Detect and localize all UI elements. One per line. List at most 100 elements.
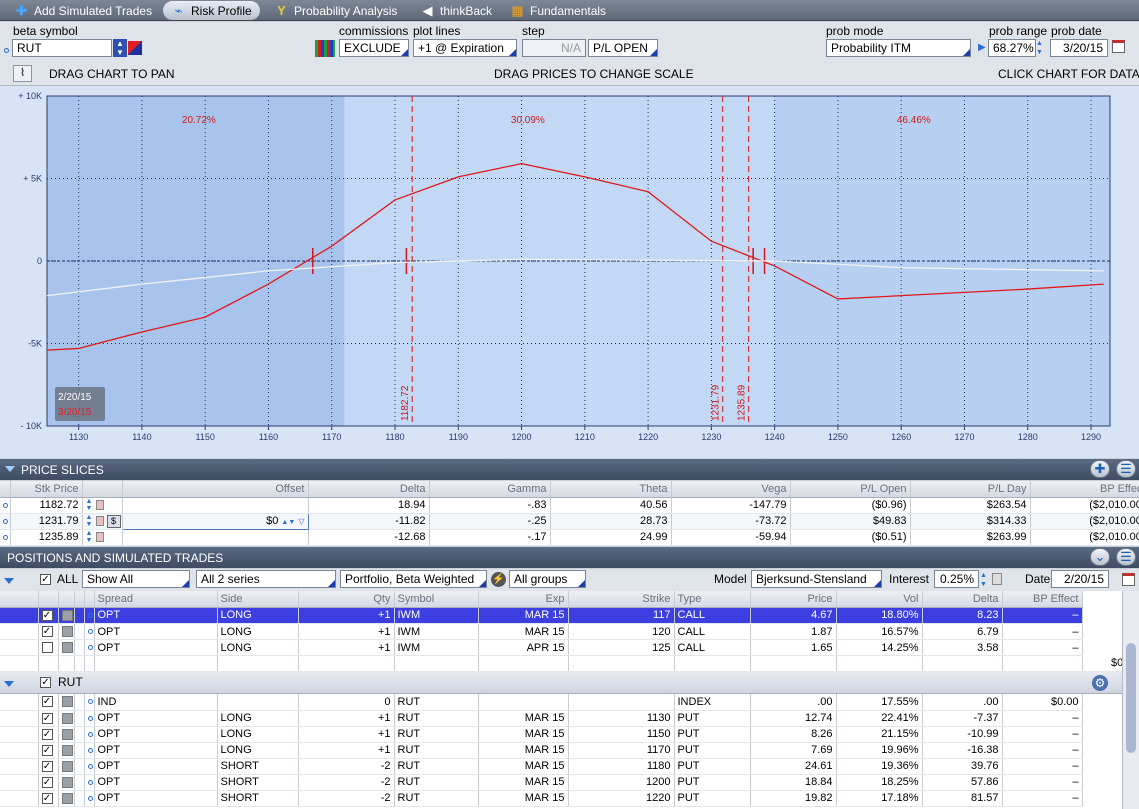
position-cell[interactable]: +1 <box>298 710 395 727</box>
col-qty[interactable]: Qty <box>298 591 395 608</box>
position-cell[interactable]: APR 15 <box>478 639 569 656</box>
position-cell[interactable]: 1.87 <box>750 623 837 640</box>
position-row[interactable]: ✓ OPT LONG +1 IWM MAR 15 117 CALL 4.67 18.80% 8.23… <box>0 607 1122 624</box>
position-cell[interactable]: 17.55% <box>836 694 923 711</box>
offset-cell[interactable] <box>122 529 309 546</box>
position-cell[interactable] <box>568 694 675 711</box>
position-cell[interactable]: LONG <box>217 726 299 743</box>
position-cell[interactable]: 18.25% <box>836 774 923 791</box>
position-row[interactable]: ✓ OPT LONG +1 RUT MAR 15 1170 PUT 7.69 19.96% -16.… <box>0 742 1122 759</box>
dollar-icon[interactable]: $ <box>106 514 121 528</box>
beta-symbol-input[interactable]: RUT <box>12 39 112 57</box>
price-slices-header[interactable]: PRICE SLICES ✚ ☰ <box>0 459 1139 480</box>
position-cell[interactable]: 117 <box>568 607 675 624</box>
position-cell[interactable]: .00 <box>922 694 1003 711</box>
interest-input[interactable]: 0.25% <box>934 570 979 588</box>
position-cell[interactable]: OPT <box>94 774 218 791</box>
position-cell[interactable]: 6.79 <box>922 623 1003 640</box>
position-cell[interactable] <box>478 694 569 711</box>
row-controls[interactable]: ▲ ▼ <box>82 497 123 514</box>
position-cell[interactable]: MAR 15 <box>478 758 569 775</box>
tab-probability-analysis[interactable]: Y Probability Analysis <box>266 1 405 20</box>
position-cell[interactable]: 1200 <box>568 774 675 791</box>
position-cell[interactable]: 18.80% <box>836 607 923 624</box>
position-cell[interactable]: 18.84 <box>750 774 837 791</box>
position-row[interactable]: ✓ IND 0 RUT INDEX .00 17.55% .00 $0.00 <box>0 694 1122 711</box>
stepper-icon[interactable]: ▲▼ <box>86 514 93 528</box>
position-cell[interactable]: MAR 15 <box>478 742 569 759</box>
position-cell[interactable]: +1 <box>298 607 395 624</box>
collapse-all-icon[interactable]: ⌄ <box>1090 548 1110 566</box>
row-toggle[interactable] <box>61 696 73 708</box>
col-stk-price[interactable]: Stk Price <box>10 481 83 498</box>
position-cell[interactable]: – <box>1002 639 1083 656</box>
position-cell[interactable]: 1150 <box>568 726 675 743</box>
position-cell[interactable]: PUT <box>674 758 751 775</box>
position-cell[interactable]: 81.57 <box>922 790 1003 807</box>
chart-type-icon[interactable]: ⌇ <box>13 65 32 82</box>
position-cell[interactable]: IWM <box>394 607 479 624</box>
row-toggle[interactable] <box>61 712 73 724</box>
col-vol[interactable]: Vol <box>836 591 923 608</box>
position-cell[interactable]: CALL <box>674 607 751 624</box>
group-checkbox[interactable]: ✓ <box>40 676 51 688</box>
lock-icon[interactable] <box>95 532 104 542</box>
col-symbol[interactable]: Symbol <box>394 591 479 608</box>
position-cell[interactable]: RUT <box>394 742 479 759</box>
position-cell[interactable]: MAR 15 <box>478 623 569 640</box>
row-toggle[interactable] <box>61 792 73 804</box>
position-cell[interactable]: RUT <box>394 758 479 775</box>
position-cell[interactable]: 14.25% <box>836 639 923 656</box>
position-cell[interactable]: 21.15% <box>836 726 923 743</box>
group-row-rut[interactable]: ✓ RUT ⚙ <box>0 672 1122 694</box>
position-cell[interactable]: 39.76 <box>922 758 1003 775</box>
position-cell[interactable]: 8.26 <box>750 726 837 743</box>
position-cell[interactable]: 17.18% <box>836 790 923 807</box>
position-cell[interactable]: OPT <box>94 758 218 775</box>
position-cell[interactable] <box>217 694 299 711</box>
col-bp-effect[interactable]: BP Effect <box>1030 481 1139 498</box>
offset-cell[interactable] <box>122 497 309 514</box>
row-checkbox[interactable]: ✓ <box>41 776 53 788</box>
row-checkbox[interactable]: ✓ <box>41 792 53 804</box>
tab-risk-profile[interactable]: ⌁ Risk Profile <box>163 1 260 20</box>
position-cell[interactable]: LONG <box>217 623 299 640</box>
step-input[interactable]: N/A <box>522 39 586 57</box>
position-cell[interactable]: OPT <box>94 726 218 743</box>
stepper-icon[interactable]: ▲▼ <box>86 498 93 512</box>
position-cell[interactable]: IND <box>94 694 218 711</box>
position-cell[interactable]: SHORT <box>217 758 299 775</box>
col-spread[interactable]: Spread <box>94 591 218 608</box>
dropdown-icon[interactable]: ▽ <box>298 517 304 526</box>
stepper-icon[interactable]: ▲▼ <box>86 530 93 544</box>
position-cell[interactable]: +1 <box>298 742 395 759</box>
offset-cell[interactable]: $0 ▲▼ ▽ <box>121 512 309 530</box>
stk-price-cell[interactable]: 1182.72 <box>10 497 83 514</box>
collapse-icon[interactable] <box>4 578 14 584</box>
col-delta[interactable]: Delta <box>922 591 1003 608</box>
menu-icon[interactable]: ☰ <box>1116 460 1136 478</box>
prob-range-input[interactable]: 68.27% <box>988 39 1036 57</box>
position-cell[interactable]: PUT <box>674 742 751 759</box>
col-delta[interactable]: Delta <box>308 481 430 498</box>
expand-arrow-icon[interactable]: ▶ <box>978 42 986 53</box>
position-cell[interactable]: -16.38 <box>922 742 1003 759</box>
positions-header[interactable]: POSITIONS AND SIMULATED TRADES ⌄ ☰ <box>0 547 1139 568</box>
position-cell[interactable]: 19.82 <box>750 790 837 807</box>
lightning-icon[interactable]: ⚡ <box>491 572 506 587</box>
series-filter-select[interactable]: All 2 series <box>196 570 336 588</box>
position-cell[interactable]: 1170 <box>568 742 675 759</box>
position-cell[interactable]: MAR 15 <box>478 710 569 727</box>
position-cell[interactable]: 1.65 <box>750 639 837 656</box>
scrollbar-thumb[interactable] <box>1126 643 1136 753</box>
col-side[interactable]: Side <box>217 591 299 608</box>
position-cell[interactable]: 7.69 <box>750 742 837 759</box>
position-cell[interactable]: LONG <box>217 607 299 624</box>
position-cell[interactable]: IWM <box>394 623 479 640</box>
price-slice-row[interactable]: 1235.89 ▲ ▼ -12.68 -.17 24.99 -59.94 ($0.51) $2… <box>0 529 1139 546</box>
row-toggle[interactable] <box>61 776 73 788</box>
position-cell[interactable]: LONG <box>217 639 299 656</box>
col-offset[interactable]: Offset <box>122 481 309 498</box>
row-toggle[interactable] <box>61 760 73 772</box>
position-cell[interactable]: -2 <box>298 774 395 791</box>
